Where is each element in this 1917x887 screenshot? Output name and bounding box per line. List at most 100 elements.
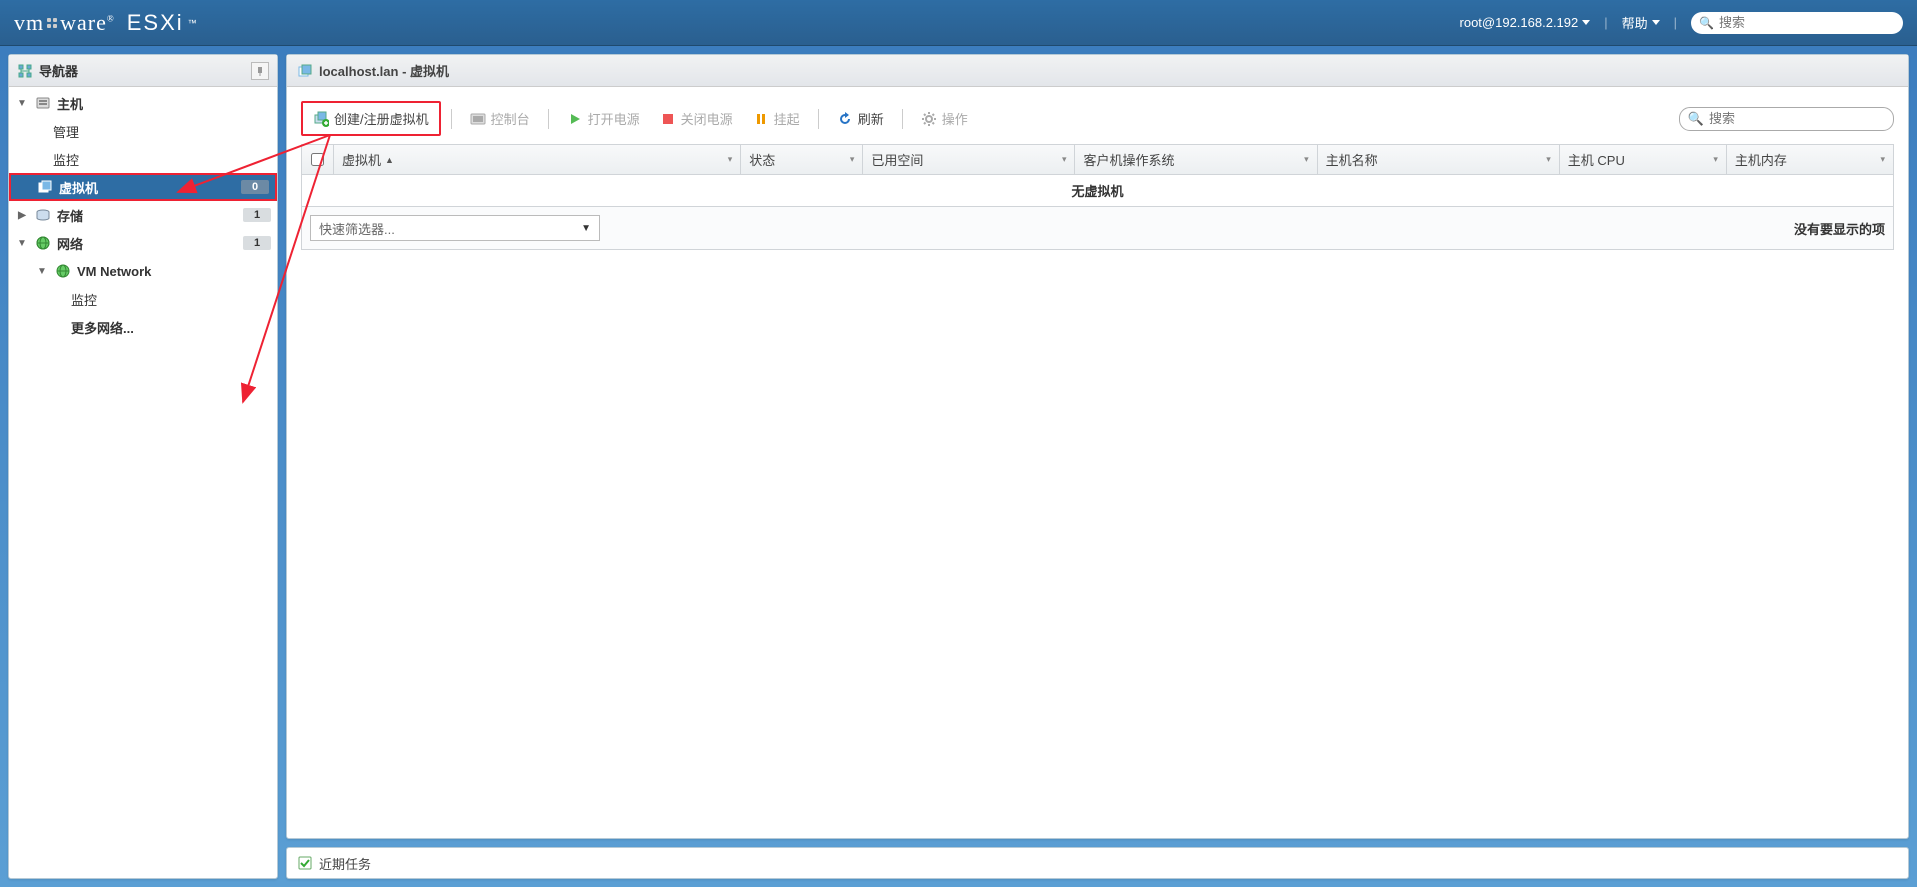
console-label: 控制台	[491, 109, 530, 128]
nav-manage-label: 管理	[53, 122, 79, 141]
vm-table: 虚拟机 ▲ ▾ 状态 ▾ 已用空间 ▾	[301, 144, 1894, 250]
chevron-down-icon: ▾	[850, 154, 855, 165]
pause-icon	[753, 111, 769, 127]
vm-icon	[297, 63, 313, 79]
chevron-down-icon: ▼	[581, 223, 591, 234]
col-host-name[interactable]: 主机名称 ▾	[1318, 145, 1560, 174]
col-used-space[interactable]: 已用空间 ▾	[863, 145, 1075, 174]
vm-search-input[interactable]	[1709, 111, 1885, 126]
col-vm[interactable]: 虚拟机 ▲ ▾	[334, 145, 741, 174]
power-on-button[interactable]: 打开电源	[559, 105, 648, 132]
nav-host-label: 主机	[57, 94, 83, 113]
user-label: root@192.168.2.192	[1460, 15, 1579, 30]
expand-icon[interactable]: ▼	[15, 98, 29, 109]
navigator-panel: 导航器 ▼ 主机 管理 监控	[8, 54, 278, 879]
vm-icon	[37, 179, 53, 195]
global-search[interactable]: 🔍	[1691, 12, 1903, 34]
nav-host[interactable]: ▼ 主机	[9, 89, 277, 117]
nav-storage[interactable]: ▶ 存储 1	[9, 201, 277, 229]
vmware-word: vmware®	[14, 10, 115, 36]
stop-icon	[660, 111, 676, 127]
col-host-cpu-label: 主机 CPU	[1568, 150, 1625, 169]
no-items-label: 没有要显示的项	[1794, 219, 1885, 238]
nav-vms[interactable]: 虚拟机 0	[9, 173, 277, 201]
user-menu[interactable]: root@192.168.2.192	[1460, 15, 1591, 30]
power-off-label: 关闭电源	[681, 109, 733, 128]
network-icon	[35, 235, 51, 251]
console-icon	[470, 111, 486, 127]
nav-vms-label: 虚拟机	[59, 178, 98, 197]
actions-button[interactable]: 操作	[913, 105, 976, 132]
vm-toolbar: 创建/注册虚拟机 控制台 打开电源	[301, 101, 1894, 144]
nav-vm-network[interactable]: ▼ VM Network	[9, 257, 277, 285]
brand-logo: vmware® ESXi ™	[14, 10, 198, 36]
col-vm-label: 虚拟机	[342, 150, 381, 169]
content-header: localhost.lan - 虚拟机	[287, 55, 1908, 87]
pin-toggle[interactable]	[251, 62, 269, 80]
global-search-input[interactable]	[1719, 15, 1895, 30]
help-menu[interactable]: 帮助	[1622, 13, 1660, 32]
nav-net-monitor-label: 监控	[71, 290, 97, 309]
chevron-down-icon: ▾	[1546, 154, 1551, 165]
chevron-down-icon: ▾	[1713, 154, 1718, 165]
power-on-label: 打开电源	[588, 109, 640, 128]
refresh-icon	[837, 111, 853, 127]
pin-icon	[255, 66, 265, 76]
nav-monitor-label: 监控	[53, 150, 79, 169]
host-icon	[35, 95, 51, 111]
nav-storage-count: 1	[243, 208, 271, 222]
nav-storage-label: 存储	[57, 206, 83, 225]
select-all-checkbox[interactable]	[311, 153, 324, 166]
col-status[interactable]: 状态 ▾	[741, 145, 863, 174]
col-guest-os[interactable]: 客户机操作系统 ▾	[1075, 145, 1317, 174]
create-vm-icon	[313, 111, 329, 127]
chevron-down-icon	[1582, 20, 1590, 25]
quick-filter-dropdown[interactable]: 快速筛选器... ▼	[310, 215, 600, 241]
refresh-button[interactable]: 刷新	[829, 105, 892, 132]
col-guest-os-label: 客户机操作系统	[1083, 150, 1174, 169]
nav-network-label: 网络	[57, 234, 83, 253]
power-off-button[interactable]: 关闭电源	[652, 105, 741, 132]
col-host-mem-label: 主机内存	[1735, 150, 1787, 169]
nav-net-monitor[interactable]: 监控	[9, 285, 277, 313]
create-register-vm-button[interactable]: 创建/注册虚拟机	[301, 101, 441, 136]
col-host-cpu[interactable]: 主机 CPU ▾	[1560, 145, 1727, 174]
vm-table-footer: 快速筛选器... ▼ 没有要显示的项	[302, 206, 1893, 249]
nav-network[interactable]: ▼ 网络 1	[9, 229, 277, 257]
col-checkbox[interactable]	[302, 145, 334, 174]
storage-icon	[35, 207, 51, 223]
nav-more-networks[interactable]: 更多网络...	[9, 313, 277, 341]
content-title: localhost.lan - 虚拟机	[319, 61, 449, 80]
sort-asc-icon: ▲	[385, 155, 394, 165]
nav-monitor[interactable]: 监控	[9, 145, 277, 173]
gear-icon	[921, 111, 937, 127]
navigator-header: 导航器	[9, 55, 277, 87]
expand-icon[interactable]: ▼	[15, 238, 29, 249]
vm-search[interactable]: 🔍	[1679, 107, 1894, 131]
console-button[interactable]: 控制台	[462, 105, 538, 132]
navigator-title: 导航器	[39, 61, 78, 80]
top-header: vmware® ESXi ™ root@192.168.2.192 | 帮助 |…	[0, 0, 1917, 46]
chevron-down-icon: ▾	[1880, 154, 1885, 165]
nav-network-count: 1	[243, 236, 271, 250]
recent-tasks-panel[interactable]: 近期任务	[286, 847, 1909, 879]
expand-icon[interactable]: ▼	[35, 266, 49, 277]
nav-vms-count: 0	[241, 180, 269, 194]
network-icon	[55, 263, 71, 279]
expand-icon[interactable]: ▶	[15, 210, 29, 221]
search-icon: 🔍	[1699, 16, 1714, 30]
chevron-down-icon: ▾	[728, 154, 733, 165]
content-panel: localhost.lan - 虚拟机 创建/注册虚拟机 控制台	[286, 54, 1909, 839]
esxi-word: ESXi	[127, 10, 184, 36]
col-host-mem[interactable]: 主机内存 ▾	[1727, 145, 1893, 174]
col-used-space-label: 已用空间	[871, 150, 923, 169]
vm-table-body: 无虚拟机	[302, 175, 1893, 206]
tasks-icon	[297, 855, 313, 871]
chevron-down-icon: ▾	[1062, 154, 1067, 165]
suspend-label: 挂起	[774, 109, 800, 128]
suspend-button[interactable]: 挂起	[745, 105, 808, 132]
play-icon	[567, 111, 583, 127]
nav-manage[interactable]: 管理	[9, 117, 277, 145]
quick-filter-label: 快速筛选器...	[319, 219, 395, 238]
navigator-tree: ▼ 主机 管理 监控 虚拟机 0 ▶	[9, 87, 277, 878]
